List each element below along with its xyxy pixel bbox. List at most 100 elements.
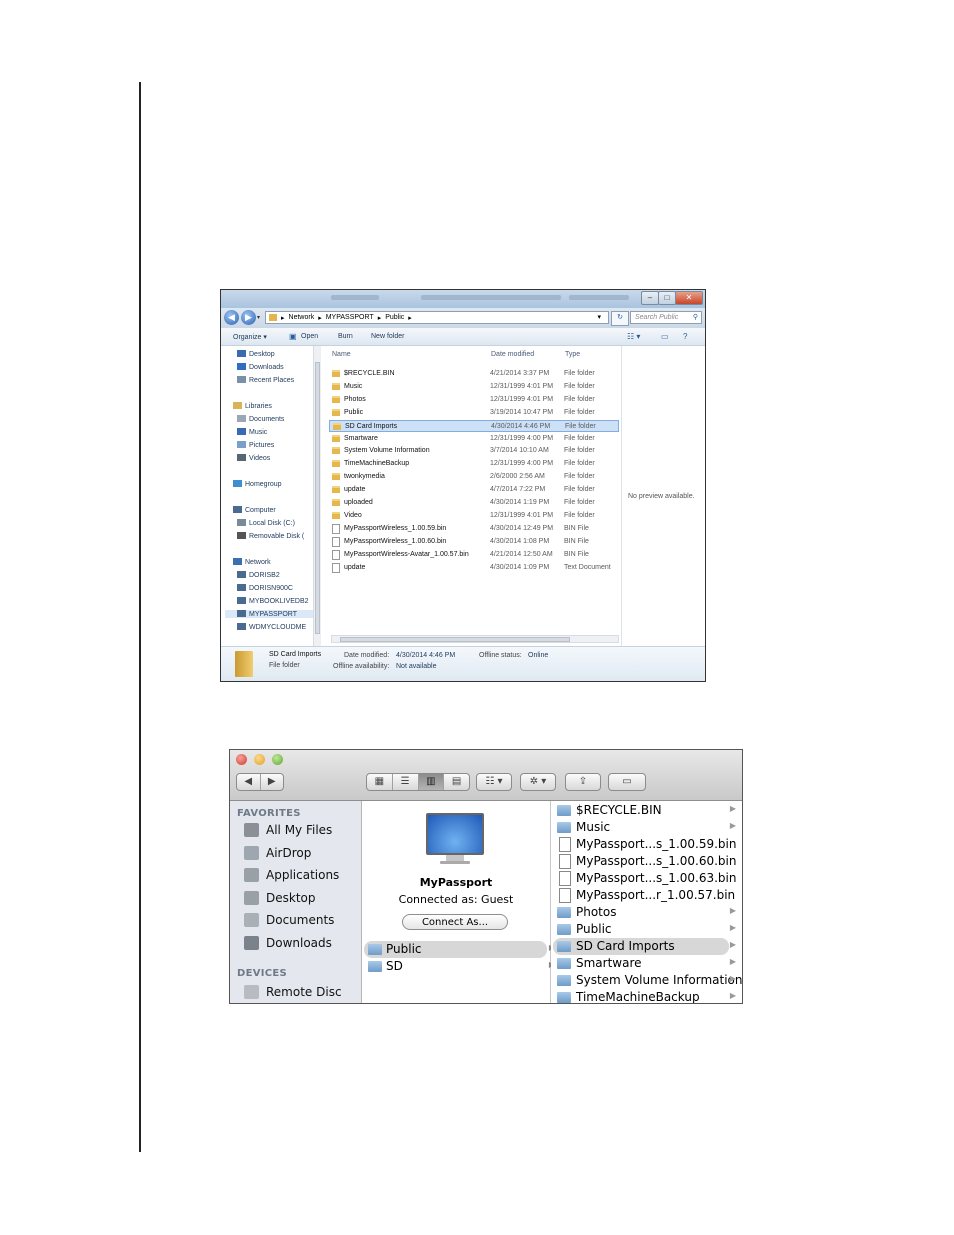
nav-item[interactable]: Libraries	[233, 402, 272, 410]
sidebar-item[interactable]: Documents	[244, 913, 334, 928]
file-row[interactable]: Photos 12/31/1999 4:01 PM File folder	[329, 394, 619, 406]
forward-button[interactable]: ▶	[261, 774, 284, 790]
breadcrumb-network[interactable]: Network	[289, 314, 315, 321]
navigation-scrollbar[interactable]	[313, 346, 321, 646]
sidebar-item[interactable]: Downloads	[244, 936, 332, 950]
volume-row[interactable]: SD▶	[364, 958, 555, 975]
nav-item[interactable]: Removable Disk (	[237, 532, 304, 540]
share-button[interactable]: ⇪	[565, 773, 601, 791]
sidebar-item[interactable]: AirDrop	[244, 845, 311, 860]
view-options-icon[interactable]: ☷ ▾	[627, 332, 640, 341]
file-row[interactable]: update 4/30/2014 1:09 PM Text Document	[329, 562, 619, 574]
nav-item[interactable]: Homegroup	[233, 480, 282, 488]
minimize-button[interactable]: –	[641, 291, 659, 305]
file-list-horizontal-scrollbar[interactable]	[331, 635, 619, 643]
minimize-window-icon[interactable]	[254, 754, 265, 765]
action-button[interactable]: ✲ ▾	[520, 773, 556, 791]
close-window-icon[interactable]	[236, 754, 247, 765]
column-header-type[interactable]: Type	[565, 351, 580, 358]
folder-item-row[interactable]: MyPassport...s_1.00.63.bin	[553, 870, 736, 887]
nav-item[interactable]: Local Disk (C:)	[237, 519, 295, 527]
file-row[interactable]: Music 12/31/1999 4:01 PM File folder	[329, 381, 619, 393]
file-row[interactable]: $RECYCLE.BIN 4/21/2014 3:37 PM File folder	[329, 368, 619, 380]
folder-item-row[interactable]: $RECYCLE.BIN ▶	[553, 802, 736, 819]
volume-row[interactable]: Public▶	[364, 941, 555, 958]
organize-button[interactable]: Organize ▾	[233, 333, 267, 341]
history-dropdown-icon[interactable]: ▾	[257, 314, 260, 321]
title-bar[interactable]: – □ ✕	[221, 290, 705, 308]
nav-item[interactable]: Desktop	[237, 350, 275, 358]
file-row[interactable]: Smartware 12/31/1999 4:00 PM File folder	[329, 433, 619, 445]
preview-pane-icon[interactable]: ▭	[661, 332, 669, 341]
open-button[interactable]: Open	[301, 333, 318, 340]
nav-item[interactable]: Downloads	[237, 363, 284, 371]
breadcrumb-mypassport[interactable]: MYPASSPORT	[326, 314, 374, 321]
zoom-window-icon[interactable]	[272, 754, 283, 765]
list-view-button[interactable]: ☰	[393, 774, 419, 790]
folder-item-row[interactable]: TimeMachineBackup ▶	[553, 989, 736, 1003]
file-row[interactable]: SD Card Imports 4/30/2014 4:46 PM File fol…	[329, 419, 619, 432]
column-header-date[interactable]: Date modified	[491, 351, 534, 358]
nav-item[interactable]: Network	[233, 558, 271, 566]
file-row[interactable]: uploaded 4/30/2014 1:19 PM File folder	[329, 497, 619, 509]
refresh-button[interactable]: ↻	[611, 311, 629, 326]
document-icon	[559, 837, 571, 852]
nav-item[interactable]: MYPASSPORT	[225, 610, 313, 618]
nav-item[interactable]: Recent Places	[237, 376, 294, 384]
search-icon[interactable]: ⚲	[693, 312, 698, 324]
sidebar-item[interactable]: All My Files	[244, 823, 332, 837]
file-row[interactable]: Video 12/31/1999 4:01 PM File folder	[329, 510, 619, 522]
arrange-button[interactable]: ☷ ▾	[476, 773, 512, 791]
folder-item-row[interactable]: MyPassport...r_1.00.57.bin	[553, 887, 735, 904]
tags-button[interactable]: ▭	[608, 773, 646, 791]
folder-item-row[interactable]: Public ▶	[553, 921, 736, 938]
address-input[interactable]: ▸ Network ▸ MYPASSPORT ▸ Public ▸ ▾	[265, 311, 609, 324]
back-button[interactable]: ◀	[224, 310, 239, 325]
help-icon[interactable]: ?	[683, 332, 687, 341]
maximize-button[interactable]: □	[658, 291, 676, 305]
sidebar-item[interactable]: Desktop	[244, 890, 316, 905]
nav-item[interactable]: DORISB2	[237, 571, 280, 579]
folder-item-row[interactable]: MyPassport...s_1.00.59.bin	[553, 836, 736, 853]
folder-icon	[557, 975, 571, 986]
folder-item-row[interactable]: System Volume Information ▶	[553, 972, 742, 989]
file-row[interactable]: MyPassportWireless-Avatar_1.00.57.bin 4/2…	[329, 549, 619, 561]
file-row[interactable]: TimeMachineBackup 12/31/1999 4:00 PM File …	[329, 458, 619, 470]
connect-as-button[interactable]: Connect As...	[402, 914, 508, 930]
folder-item-row[interactable]: MyPassport...s_1.00.60.bin	[553, 853, 736, 870]
folder-item-row[interactable]: Music ▶	[553, 819, 736, 836]
nav-item[interactable]: Pictures	[237, 441, 274, 449]
nav-item[interactable]: DORISN900C	[237, 584, 293, 592]
back-button[interactable]: ◀	[237, 774, 261, 790]
search-input[interactable]: Search Public ⚲	[630, 311, 702, 324]
file-row[interactable]: twonkymedia 2/6/2000 2:56 AM File folder	[329, 471, 619, 483]
file-row[interactable]: Public 3/19/2014 10:47 PM File folder	[329, 407, 619, 419]
nav-item[interactable]: Documents	[237, 415, 284, 423]
address-dropdown-icon[interactable]: ▾	[597, 313, 601, 321]
burn-button[interactable]: Burn	[338, 333, 353, 340]
file-row[interactable]: MyPassportWireless_1.00.60.bin 4/30/2014 …	[329, 536, 619, 548]
scrollbar-thumb[interactable]	[315, 362, 320, 634]
file-row[interactable]: System Volume Information 3/7/2014 10:10 …	[329, 445, 619, 457]
scrollbar-thumb[interactable]	[340, 637, 570, 642]
folder-item-row[interactable]: Smartware ▶	[553, 955, 736, 972]
column-view-button[interactable]: ▥	[418, 774, 445, 790]
icon-view-button[interactable]: ▦	[367, 774, 393, 790]
file-row[interactable]: MyPassportWireless_1.00.59.bin 4/30/2014 …	[329, 523, 619, 535]
forward-button[interactable]: ▶	[241, 310, 256, 325]
nav-item[interactable]: Music	[237, 428, 267, 436]
close-button[interactable]: ✕	[675, 291, 703, 305]
folder-item-row[interactable]: SD Card Imports ▶	[553, 938, 736, 955]
nav-item[interactable]: Videos	[237, 454, 270, 462]
nav-item[interactable]: Computer	[233, 506, 276, 514]
nav-item[interactable]: WDMYCLOUDME	[237, 623, 306, 631]
nav-item[interactable]: MYBOOKLIVEDB2	[237, 597, 309, 605]
sidebar-item[interactable]: Applications	[244, 868, 339, 883]
sidebar-item[interactable]: Remote Disc	[244, 985, 342, 999]
column-header-name[interactable]: Name	[332, 351, 351, 358]
file-row[interactable]: update 4/7/2014 7:22 PM File folder	[329, 484, 619, 496]
folder-item-row[interactable]: Photos ▶	[553, 904, 736, 921]
breadcrumb-public[interactable]: Public	[385, 314, 404, 321]
new-folder-button[interactable]: New folder	[371, 333, 404, 340]
cover-flow-button[interactable]: ▤	[444, 774, 469, 790]
